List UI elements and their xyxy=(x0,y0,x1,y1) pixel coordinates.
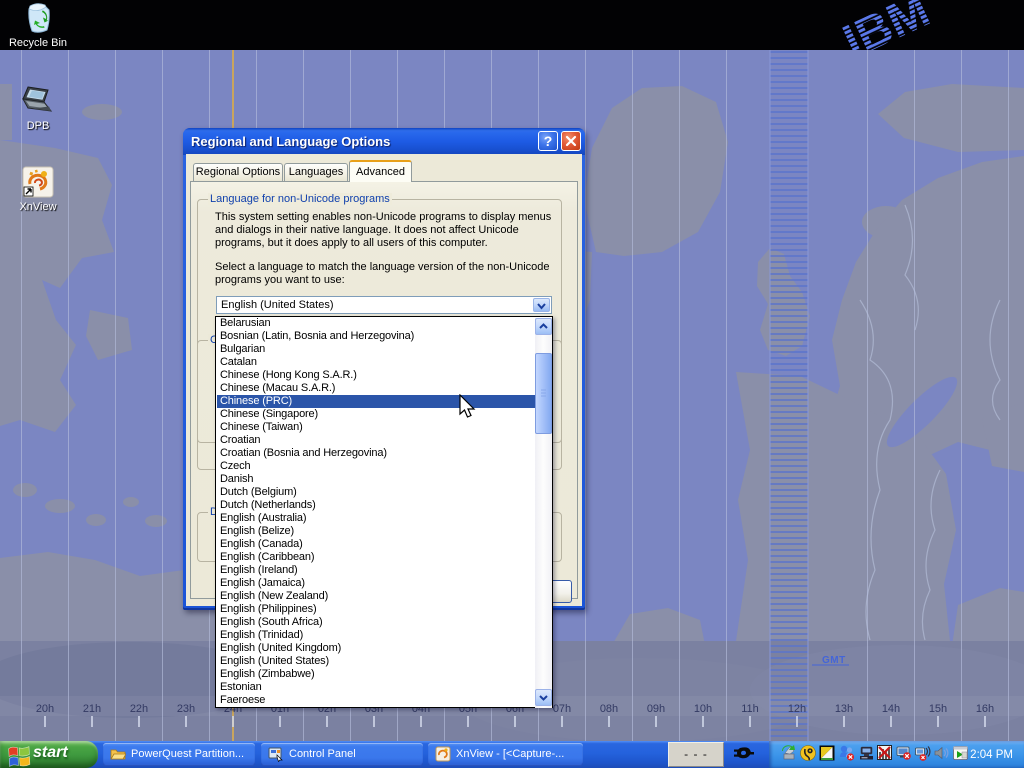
svg-text:GMT: GMT xyxy=(822,655,846,666)
svg-text:07h: 07h xyxy=(553,703,571,715)
svg-text:16h: 16h xyxy=(976,703,994,715)
svg-text:14h: 14h xyxy=(882,703,900,715)
svg-text:12h: 12h xyxy=(788,703,806,715)
svg-text:IBM: IBM xyxy=(835,0,937,50)
svg-text:21h: 21h xyxy=(83,703,101,715)
svg-text:09h: 09h xyxy=(647,703,665,715)
svg-text:22h: 22h xyxy=(130,703,148,715)
svg-text:13h: 13h xyxy=(835,703,853,715)
svg-text:20h: 20h xyxy=(36,703,54,715)
svg-text:10h: 10h xyxy=(694,703,712,715)
svg-text:15h: 15h xyxy=(929,703,947,715)
svg-text:11h: 11h xyxy=(741,703,759,715)
svg-text:08h: 08h xyxy=(600,703,618,715)
svg-text:23h: 23h xyxy=(177,703,195,715)
